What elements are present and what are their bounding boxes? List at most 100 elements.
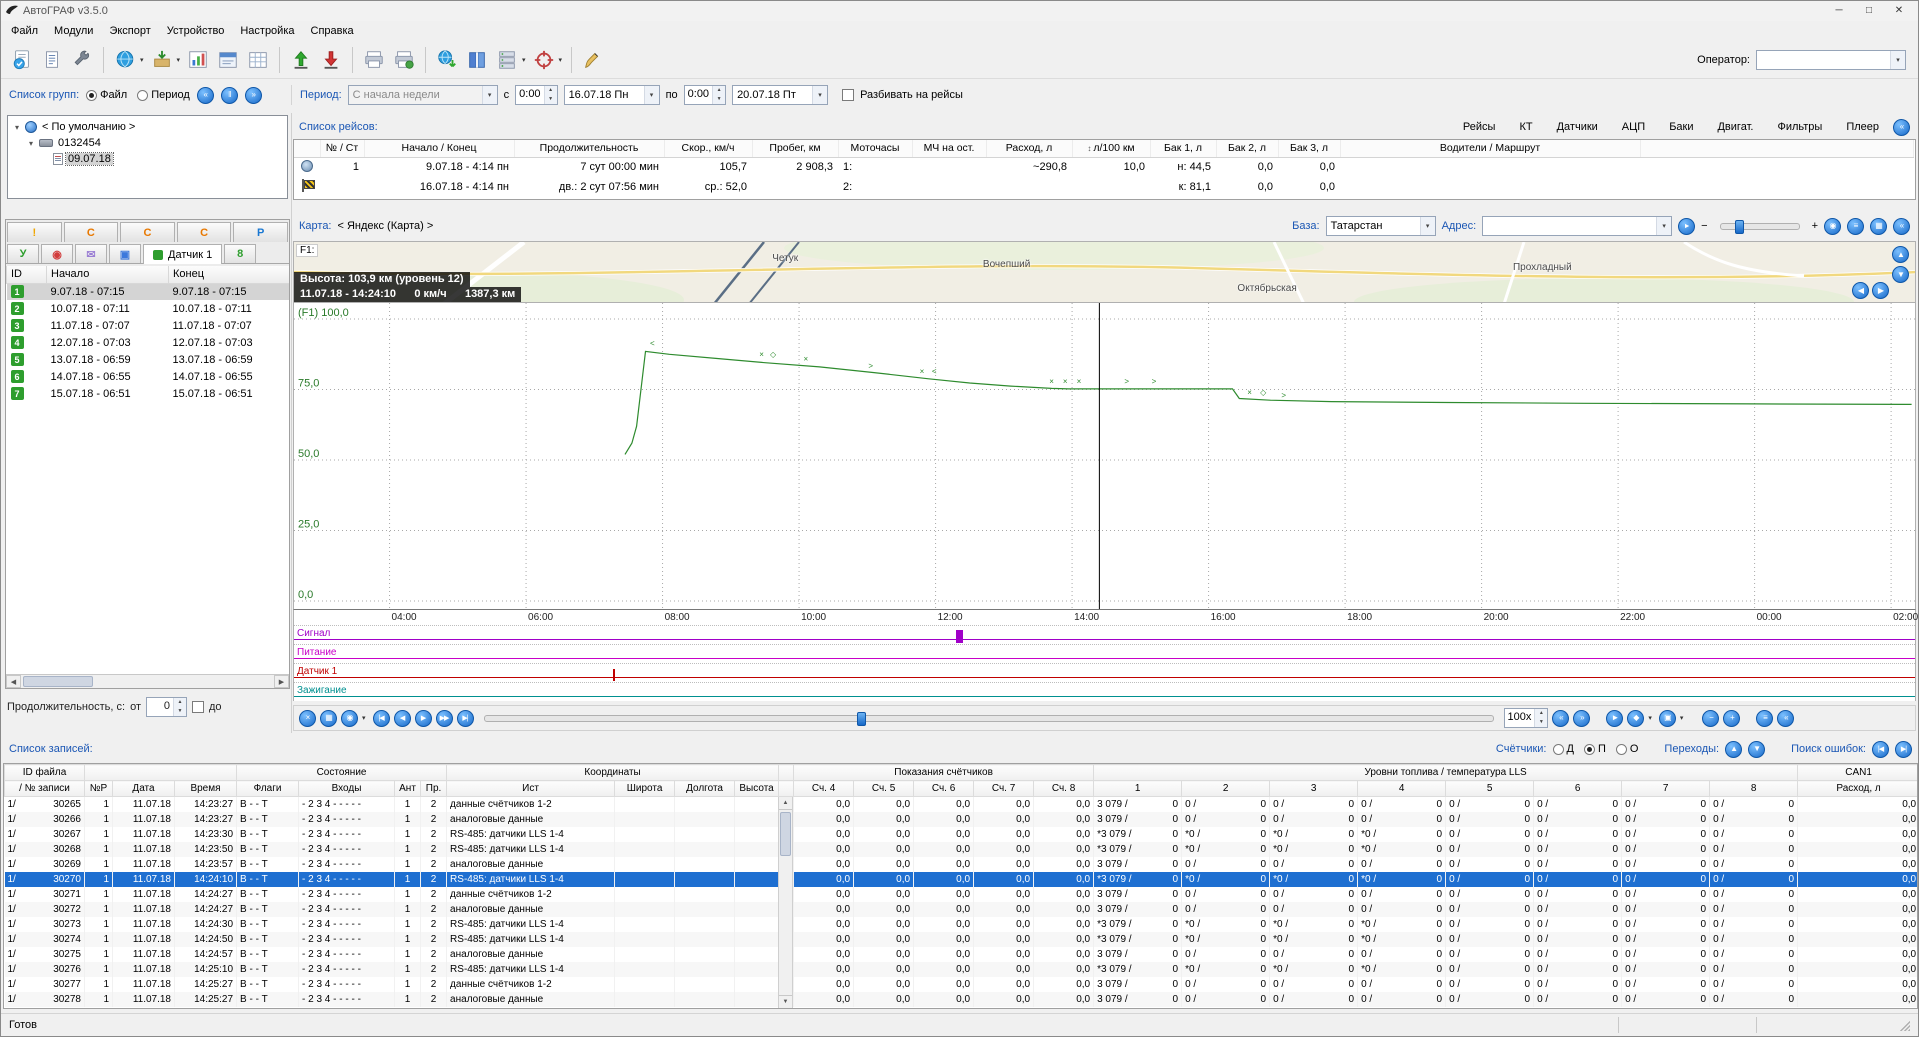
error-search-back-button[interactable]: |◀ xyxy=(1872,741,1889,758)
chevron-down-icon[interactable]: ▾ xyxy=(1656,217,1671,235)
records-col-header[interactable]: Ист xyxy=(447,781,615,797)
records-col-header[interactable]: Пр. xyxy=(421,781,447,797)
sensor-tab-r2-3[interactable]: ✉ xyxy=(75,244,107,263)
records-col-header[interactable] xyxy=(779,781,794,797)
records-col-header[interactable]: Сч. 8 xyxy=(1034,781,1094,797)
spin-up-icon[interactable]: ▲ xyxy=(174,698,186,707)
panels-icon[interactable] xyxy=(213,45,243,75)
sensor-tab-r2-4[interactable]: ▣ xyxy=(109,244,141,263)
view-tab-АЦП[interactable]: АЦП xyxy=(1622,121,1645,133)
sensor-tab-r2-1[interactable]: У xyxy=(7,244,39,263)
counter-mode-О[interactable]: О xyxy=(1616,743,1639,755)
chevron-down-icon[interactable]: ▾ xyxy=(1420,217,1435,235)
menu-item-1[interactable]: Файл xyxy=(3,23,46,39)
record-row[interactable]: 1/30267111.07.1814:23:30В - - Т- 2 3 4 -… xyxy=(5,827,1919,842)
menu-item-2[interactable]: Модули xyxy=(46,23,101,39)
groups-expand-button[interactable]: » xyxy=(245,87,262,104)
records-col-header[interactable]: Флаги xyxy=(237,781,299,797)
scrollbar-thumb[interactable] xyxy=(23,676,93,687)
records-col-header[interactable]: Долгота xyxy=(675,781,735,797)
trip-row[interactable]: 19.07.18 - 4:14 пн7 сут 00:00 мин105,72 … xyxy=(294,157,1914,177)
slider-thumb[interactable] xyxy=(1735,220,1744,234)
record-row[interactable]: 1/30269111.07.1814:23:57В - - Т- 2 3 4 -… xyxy=(5,857,1919,872)
to-time-spinner[interactable]: 0:00▲▼ xyxy=(684,85,726,105)
sensor-row[interactable]: 513.07.18 - 06:5913.07.18 - 06:59 xyxy=(7,351,290,368)
scrollbar-thumb[interactable] xyxy=(780,812,791,856)
records-col-header[interactable]: №Р xyxy=(85,781,113,797)
chevron-down-icon[interactable]: ▾ xyxy=(559,56,563,64)
chevron-down-icon[interactable]: ▾ xyxy=(177,56,181,64)
records-col-header[interactable]: Время xyxy=(175,781,237,797)
chevron-down-icon[interactable]: ▾ xyxy=(1680,714,1684,722)
new-document-icon[interactable] xyxy=(37,45,67,75)
download-data-icon[interactable] xyxy=(316,45,346,75)
records-col-header[interactable]: 4 xyxy=(1358,781,1446,797)
scroll-up-icon[interactable]: ▲ xyxy=(779,797,792,810)
sensor-tab-r1-5[interactable]: Р xyxy=(233,222,288,242)
radio-Период[interactable]: Период xyxy=(137,89,190,101)
tree-expander-icon[interactable]: ▾ xyxy=(12,123,22,132)
map-canvas[interactable] xyxy=(294,242,1916,303)
print-setup-icon[interactable] xyxy=(389,45,419,75)
records-col-header[interactable]: Сч. 5 xyxy=(854,781,914,797)
chart-icon[interactable] xyxy=(183,45,213,75)
playback-last-button[interactable]: ▶| xyxy=(457,710,474,727)
sensor-row[interactable]: 715.07.18 - 06:5115.07.18 - 06:51 xyxy=(7,385,290,402)
sensor-row[interactable]: 19.07.18 - 07:159.07.18 - 07:15 xyxy=(7,283,290,300)
trips-col-8[interactable]: Расход, л xyxy=(986,140,1072,157)
web-download-icon[interactable] xyxy=(432,45,462,75)
trips-col-2[interactable]: Начало / Конец xyxy=(364,140,514,157)
record-row[interactable]: 1/30277111.07.1814:25:27В - - Т- 2 3 4 -… xyxy=(5,977,1919,992)
menu-item-6[interactable]: Справка xyxy=(303,23,362,39)
period-preset-combobox[interactable]: С начала недели▾ xyxy=(348,85,498,105)
record-row[interactable]: 1/30273111.07.1814:24:30В - - Т- 2 3 4 -… xyxy=(5,917,1919,932)
close-button[interactable]: ✕ xyxy=(1884,2,1914,20)
zoom-out-label[interactable]: − xyxy=(1701,220,1707,232)
trips-col-13[interactable]: Водители / Маршрут xyxy=(1340,140,1640,157)
split-trips-checkbox[interactable] xyxy=(842,89,854,101)
modules-icon[interactable] xyxy=(492,45,522,75)
chart-zoom-in-button[interactable]: + xyxy=(1723,710,1740,727)
trips-col-5[interactable]: Пробег, км xyxy=(752,140,838,157)
view-tab-КТ[interactable]: КТ xyxy=(1519,121,1532,133)
scroll-down-icon[interactable]: ▼ xyxy=(779,995,792,1008)
records-vertical-scrollbar[interactable]: ▲ ▼ xyxy=(778,797,793,1008)
record-row[interactable]: 1/30266111.07.1814:23:27В - - Т- 2 3 4 -… xyxy=(5,812,1919,827)
record-row[interactable]: 1/30275111.07.1814:24:57В - - Т- 2 3 4 -… xyxy=(5,947,1919,962)
playback-play-button[interactable]: ▶ xyxy=(415,710,432,727)
radio-Файл[interactable]: Файл xyxy=(86,89,127,101)
view-tab-Рейсы[interactable]: Рейсы xyxy=(1463,121,1496,133)
slider-thumb[interactable] xyxy=(857,712,866,726)
report-wizard-icon[interactable] xyxy=(7,45,37,75)
chart-area[interactable]: (F1) 100,075,050,025,00,0<×◇×>×<×××>>×◇> xyxy=(293,303,1916,609)
map-zoom-slider[interactable] xyxy=(1720,223,1800,230)
tree-expander-icon[interactable]: ▾ xyxy=(26,139,36,148)
counter-mode-Д[interactable]: Д xyxy=(1553,743,1574,755)
map-view[interactable]: F1: ЧетукВочепшийОктябрьскаяПрохладный В… xyxy=(293,241,1916,303)
sensor-tab-r1-3[interactable]: С xyxy=(120,222,175,242)
record-row[interactable]: 1/30265111.07.1814:23:27В - - Т- 2 3 4 -… xyxy=(5,797,1919,812)
log-book-icon[interactable] xyxy=(462,45,492,75)
chevron-down-icon[interactable]: ▾ xyxy=(1648,714,1652,722)
trips-col-7[interactable]: МЧ на ост. xyxy=(912,140,986,157)
sensor-row[interactable]: 614.07.18 - 06:5514.07.18 - 06:55 xyxy=(7,368,290,385)
view-tab-Датчики[interactable]: Датчики xyxy=(1557,121,1598,133)
chart-clear-button[interactable]: × xyxy=(299,710,316,727)
map-collapse-button[interactable]: « xyxy=(1893,218,1910,235)
device-config-icon[interactable] xyxy=(67,45,97,75)
chart-zoom-out-button[interactable]: − xyxy=(1702,710,1719,727)
record-row[interactable]: 1/30274111.07.1814:24:50В - - Т- 2 3 4 -… xyxy=(5,932,1919,947)
resize-grip[interactable] xyxy=(1898,1019,1910,1031)
chevron-down-icon[interactable]: ▾ xyxy=(812,86,827,104)
record-row[interactable]: 1/30278111.07.1814:25:27В - - Т- 2 3 4 -… xyxy=(5,992,1919,1007)
sensor-tab-r2-2[interactable]: ◉ xyxy=(41,244,73,263)
maximize-button[interactable]: □ xyxy=(1854,2,1884,20)
trips-col-12[interactable]: Бак 3, л xyxy=(1278,140,1340,157)
map-pan-right-button[interactable]: ▶ xyxy=(1872,282,1889,299)
records-col-header[interactable]: 6 xyxy=(1534,781,1622,797)
records-col-header[interactable]: 7 xyxy=(1622,781,1710,797)
error-search-forward-button[interactable]: ▶| xyxy=(1895,741,1912,758)
record-row[interactable]: 1/30270111.07.1814:24:10В - - Т- 2 3 4 -… xyxy=(5,872,1919,887)
chart-grid-button[interactable]: ▦ xyxy=(320,710,337,727)
chevron-down-icon[interactable]: ▾ xyxy=(140,56,144,64)
